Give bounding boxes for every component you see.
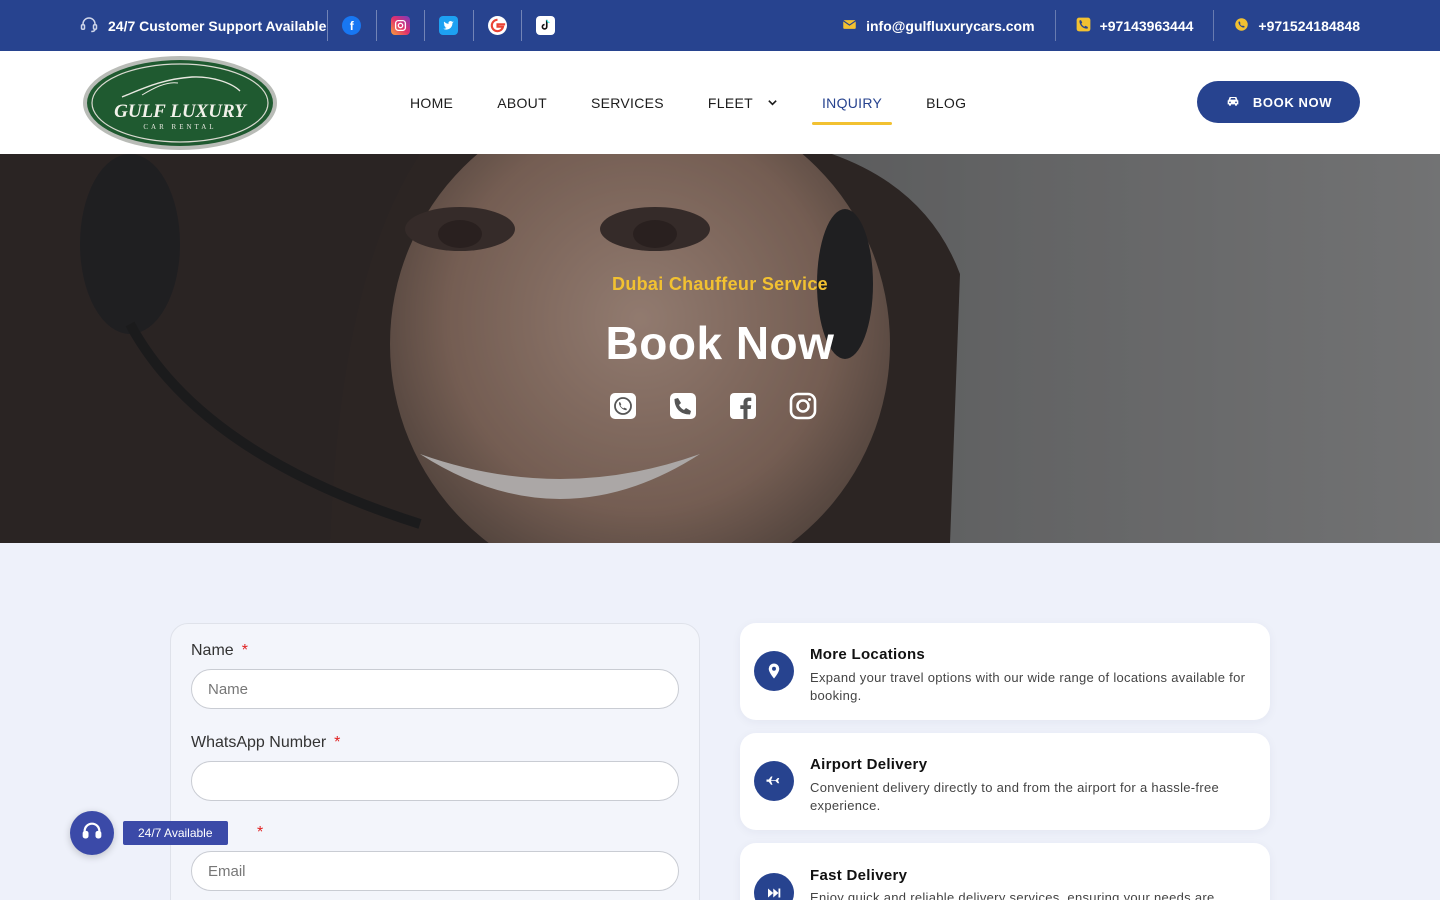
feature-description: Expand your travel options with our wide… — [810, 670, 1246, 703]
phone-text: +97143963444 — [1099, 17, 1194, 34]
social-links: f — [327, 10, 570, 41]
hero-banner: Dubai Chauffeur Service Book Now — [0, 154, 1440, 543]
whatsapp-input[interactable] — [191, 761, 679, 801]
car-icon — [1225, 93, 1241, 112]
nav-home-label: HOME — [410, 94, 454, 111]
whatsapp-label: WhatsApp Number * — [191, 734, 341, 751]
hero-title: Book Now — [605, 317, 835, 369]
nav-about[interactable]: ABOUT — [475, 83, 569, 123]
nav-about-label: ABOUT — [497, 94, 547, 111]
main-header: GULF LUXURY CAR RENTAL HOME ABOUT SERVIC… — [0, 51, 1440, 154]
headset-icon — [80, 15, 98, 36]
name-field-group: Name * Name — [191, 642, 679, 709]
nav-home[interactable]: HOME — [388, 83, 475, 123]
nav-inquiry-label: INQUIRY — [821, 94, 883, 111]
google-icon — [487, 16, 507, 35]
feature-description: Convenient delivery directly to and from… — [810, 780, 1220, 813]
fast-forward-icon — [754, 873, 794, 900]
feature-card: More Locations Expand your travel option… — [740, 623, 1270, 720]
feature-title: Airport Delivery — [810, 756, 928, 773]
email-field-group: * Email — [191, 824, 679, 891]
phone-link[interactable]: +97143963444 — [1054, 10, 1214, 41]
chevron-down-icon — [767, 95, 778, 111]
nav-fleet-label: FLEET — [707, 94, 753, 111]
whatsapp-text: +971524184848 — [1258, 17, 1360, 34]
email-input[interactable]: Email — [191, 851, 679, 891]
phone-icon — [1076, 17, 1091, 35]
twitter-icon — [439, 16, 459, 35]
google-link[interactable] — [472, 10, 522, 41]
nav-services-label: SERVICES — [590, 94, 664, 111]
hero-social-icons — [609, 392, 817, 420]
feature-card: Airport Delivery Convenient delivery dir… — [740, 733, 1270, 830]
tiktok-icon — [536, 16, 556, 35]
top-bar: 24/7 Customer Support Available f info@g… — [0, 0, 1440, 51]
nav-fleet[interactable]: FLEET — [686, 83, 800, 123]
whatsapp-field-group: WhatsApp Number * — [191, 734, 679, 801]
email-label: * — [257, 824, 264, 841]
hero-subtitle: Dubai Chauffeur Service — [612, 274, 828, 294]
live-support-button[interactable] — [70, 811, 114, 855]
nav-blog-label: BLOG — [926, 94, 967, 111]
nav-inquiry[interactable]: INQUIRY — [800, 83, 904, 125]
tiktok-link[interactable] — [521, 10, 570, 41]
logo-text: GULF LUXURY — [114, 101, 248, 122]
airplane-icon — [754, 761, 794, 801]
twitter-link[interactable] — [424, 10, 473, 41]
svg-text:CAR RENTAL: CAR RENTAL — [143, 123, 216, 131]
facebook-link[interactable]: f — [327, 10, 376, 41]
instagram-link[interactable] — [375, 10, 425, 41]
contact-info: info@gulfluxurycars.com +97143963444 +97… — [822, 0, 1360, 51]
main-nav: HOME ABOUT SERVICES FLEET INQUIRY BLOG — [388, 51, 988, 154]
feature-description: Enjoy quick and reliable delivery servic… — [810, 890, 1215, 900]
name-label: Name * — [191, 642, 248, 659]
gulf-luxury-logo[interactable]: GULF LUXURY CAR RENTAL — [82, 55, 278, 151]
headset-icon — [81, 820, 103, 847]
facebook-icon: f — [342, 16, 362, 35]
instagram-icon — [390, 16, 410, 35]
facebook-icon[interactable] — [729, 392, 757, 420]
feature-card: Fast Delivery Enjoy quick and reliable d… — [740, 843, 1270, 900]
instagram-icon[interactable] — [789, 392, 817, 420]
whatsapp-icon[interactable] — [609, 392, 637, 420]
nav-blog[interactable]: BLOG — [904, 83, 988, 123]
whatsapp-link[interactable]: +971524184848 — [1213, 10, 1360, 41]
booking-form: Name * Name WhatsApp Number * * Email — [170, 623, 700, 900]
nav-services[interactable]: SERVICES — [569, 83, 686, 123]
whatsapp-icon — [1234, 17, 1249, 35]
feature-title: More Locations — [810, 646, 926, 663]
support-text: 24/7 Customer Support Available — [108, 17, 327, 34]
email-link[interactable]: info@gulfluxurycars.com — [822, 10, 1054, 41]
email-text: info@gulfluxurycars.com — [866, 17, 1035, 34]
name-input[interactable]: Name — [191, 669, 679, 709]
book-now-label: BOOK NOW — [1252, 94, 1333, 110]
location-pin-icon — [754, 651, 794, 691]
availability-label[interactable]: 24/7 Available — [123, 821, 228, 845]
feature-title: Fast Delivery — [810, 867, 908, 884]
envelope-icon — [842, 17, 857, 35]
phone-icon[interactable] — [669, 392, 697, 420]
support-info: 24/7 Customer Support Available — [80, 0, 326, 51]
book-now-button[interactable]: BOOK NOW — [1197, 81, 1360, 123]
